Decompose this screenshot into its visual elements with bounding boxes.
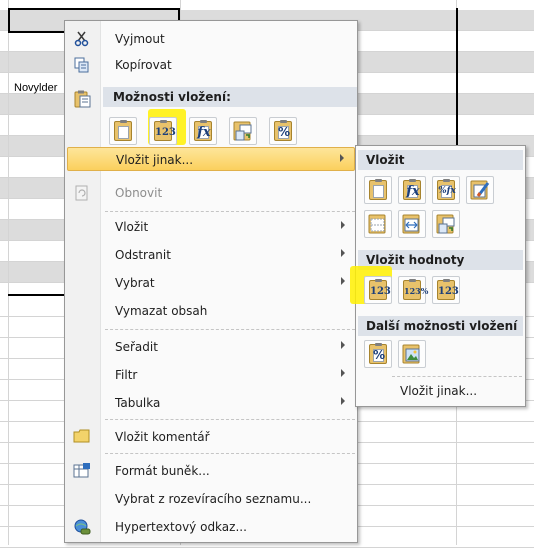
menu-item-label: Seřadit	[115, 340, 158, 354]
menu-item-hyperlink[interactable]: Hypertextový odkaz...	[67, 515, 355, 539]
paste-values-icon: 123	[152, 120, 176, 142]
paste-formatting-icon: %	[272, 120, 294, 142]
paste-formulas-icon: fx	[401, 179, 423, 201]
paste-button[interactable]	[109, 117, 137, 145]
menu-item-filter[interactable]: Filtr	[67, 363, 355, 387]
menu-item-refresh[interactable]: Obnovit	[67, 181, 355, 205]
menu-item-sort[interactable]: Seřadit	[67, 335, 355, 359]
paste-formatting-button[interactable]: %	[364, 340, 392, 368]
menu-item-label: Odstranit	[115, 248, 171, 262]
menu-item-cut[interactable]: Vyjmout	[67, 27, 355, 51]
paste-formulas-number-format-button[interactable]: %fx	[432, 176, 460, 204]
refresh-icon	[72, 183, 92, 203]
submenu-arrow-icon	[341, 341, 345, 349]
menu-item-paste-special[interactable]: Vložit jinak...	[67, 147, 355, 171]
paste-formulas-number-format-icon: %fx	[435, 179, 457, 201]
hyperlink-icon	[72, 517, 92, 537]
menu-separator	[105, 329, 355, 330]
paste-picture-icon	[401, 343, 423, 365]
paste-icon	[112, 120, 134, 142]
menu-item-label: Obnovit	[115, 186, 163, 200]
paste-special-submenu: Vložit fx %fx Vložit hodnoty 123 123% 12…	[350, 145, 526, 407]
submenu-arrow-icon	[341, 249, 345, 257]
menu-item-copy[interactable]: Kopírovat	[67, 53, 355, 77]
submenu-arrow-icon	[341, 221, 345, 229]
menu-item-label: Filtr	[115, 368, 138, 382]
menu-item-label: Formát buněk...	[115, 464, 210, 478]
paste-values-source-formatting-button[interactable]: 123	[432, 276, 460, 304]
paste-formulas-icon: fx	[192, 120, 214, 142]
menu-item-label: Vybrat z rozevíracího seznamu...	[115, 492, 312, 506]
submenu-arrow-icon	[341, 277, 345, 285]
paste-values-icon: 123	[367, 279, 391, 301]
submenu-arrow-icon	[340, 154, 344, 162]
menu-item-format-cells[interactable]: Formát buněk...	[67, 459, 355, 483]
copy-icon	[72, 55, 92, 75]
menu-item-label: Vložit jinak...	[116, 153, 194, 167]
paste-no-borders-icon	[367, 213, 389, 235]
paste-values-source-formatting-icon: 123	[435, 279, 459, 301]
menu-item-pick-from-list[interactable]: Vybrat z rozevíracího seznamu...	[67, 487, 355, 511]
submenu-header-other-paste-options: Další možnosti vložení	[358, 316, 523, 336]
paste-transpose-button[interactable]	[229, 117, 257, 145]
menu-item-label: Hypertextový odkaz...	[115, 520, 247, 534]
paste-formulas-button[interactable]: fx	[189, 117, 217, 145]
paste-values-button[interactable]: 123	[149, 117, 177, 145]
menu-item-table[interactable]: Tabulka	[67, 391, 355, 415]
submenu-arrow-icon	[341, 369, 345, 377]
menu-separator	[105, 453, 355, 454]
context-menu: Vyjmout Kopírovat Možnosti vložení: 123 …	[64, 20, 358, 543]
grid-column-line	[8, 0, 9, 545]
paste-icon	[72, 89, 92, 109]
paste-keep-column-widths-button[interactable]	[398, 210, 426, 238]
comment-icon	[72, 427, 92, 447]
paste-formatting-icon: %	[367, 343, 389, 365]
menu-separator	[105, 211, 355, 212]
paste-keep-source-formatting-button[interactable]	[466, 176, 494, 204]
menu-item-label: Kopírovat	[115, 58, 172, 72]
paste-values-number-format-button[interactable]: 123%	[398, 276, 428, 304]
submenu-header-paste: Vložit	[358, 150, 523, 170]
menu-item-insert[interactable]: Vložit	[67, 215, 355, 239]
paste-no-borders-button[interactable]	[364, 210, 392, 238]
format-cells-icon	[72, 461, 92, 481]
menu-item-label: Tabulka	[115, 396, 161, 410]
menu-item-clear-contents[interactable]: Vymazat obsah	[67, 299, 355, 323]
menu-item-label: Vybrat	[115, 276, 155, 290]
menu-separator	[105, 419, 355, 420]
paste-formulas-button[interactable]: fx	[398, 176, 426, 204]
menu-item-select[interactable]: Vybrat	[67, 271, 355, 295]
paste-keep-source-formatting-icon	[469, 179, 491, 201]
paste-transpose-button[interactable]	[432, 210, 460, 238]
menu-item-label: Vložit komentář	[115, 430, 210, 444]
submenu-separator	[392, 376, 522, 377]
paste-values-button[interactable]: 123	[364, 276, 392, 304]
paste-keep-column-widths-icon	[401, 213, 423, 235]
paste-transpose-icon	[232, 120, 254, 142]
submenu-arrow-icon	[341, 397, 345, 405]
menu-item-label: Vymazat obsah	[115, 304, 208, 318]
submenu-paste-special-link[interactable]: Vložit jinak...	[400, 384, 477, 398]
paste-button[interactable]	[364, 176, 392, 204]
paste-options-header: Možnosti vložení:	[103, 87, 357, 107]
menu-item-label: Vyjmout	[115, 32, 165, 46]
paste-formatting-button[interactable]: %	[269, 117, 297, 145]
cell-value[interactable]: Novylder	[14, 82, 57, 94]
scissors-icon	[72, 29, 92, 49]
paste-transpose-icon	[435, 213, 457, 235]
paste-picture-button[interactable]	[398, 340, 426, 368]
menu-item-label: Vložit	[115, 220, 149, 234]
paste-values-number-format-icon: 123%	[401, 279, 428, 301]
menu-item-delete[interactable]: Odstranit	[67, 243, 355, 267]
menu-item-insert-comment[interactable]: Vložit komentář	[67, 425, 355, 449]
paste-icon	[367, 179, 389, 201]
paste-options-row: 123 fx %	[109, 117, 349, 147]
